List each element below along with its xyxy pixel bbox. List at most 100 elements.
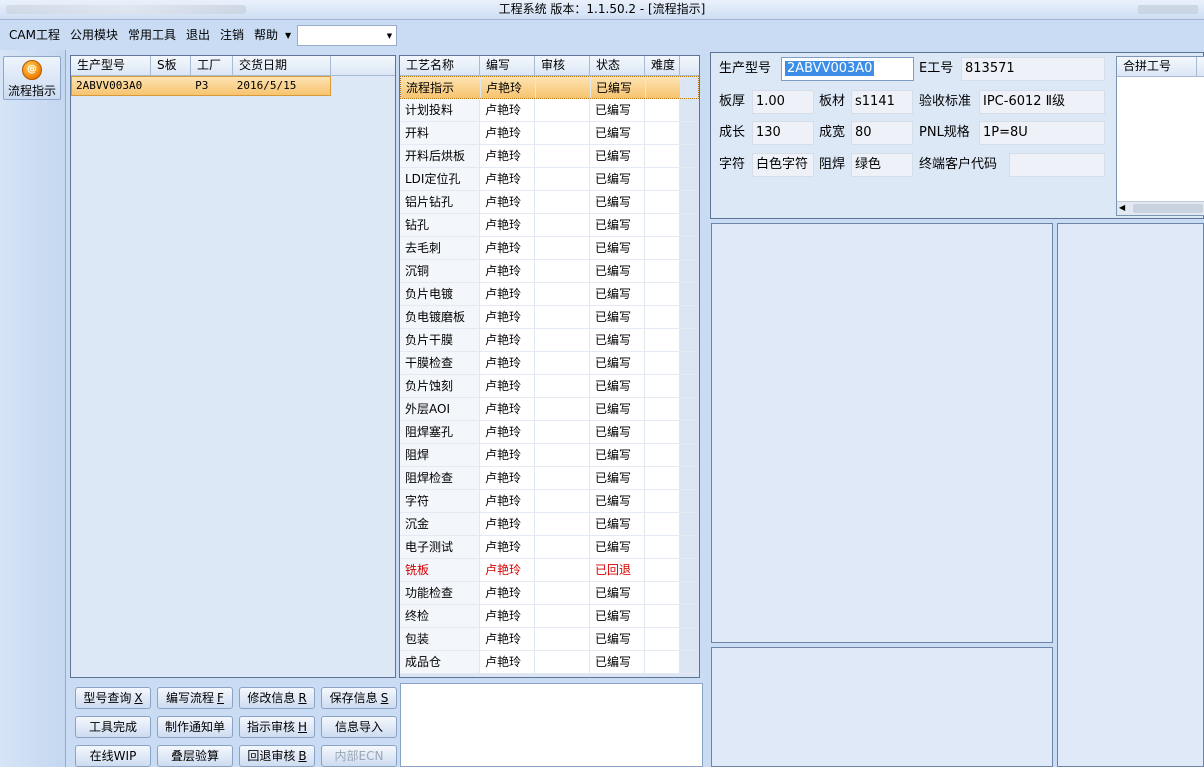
process-table-panel: 工艺名称 编写 审核 状态 难度 流程指示 卢艳玲 已编写 计划投料 卢艳玲 已编写 开料卢…	[399, 55, 700, 678]
mask-field[interactable]: 绿色	[851, 153, 913, 177]
process-status: 已编写	[590, 283, 645, 305]
import-info-button[interactable]: 信息导入	[321, 716, 397, 738]
flow-icon: @	[22, 60, 42, 80]
menu-common-tools[interactable]: 常用工具	[123, 22, 181, 48]
col-merge-no[interactable]: 合拼工号	[1117, 57, 1197, 76]
col-process-name[interactable]: 工艺名称	[400, 56, 480, 75]
process-writer: 卢艳玲	[480, 283, 535, 305]
menu-cam[interactable]: CAM工程	[4, 22, 65, 48]
process-row[interactable]: 功能检查 卢艳玲 已编写	[400, 582, 699, 605]
process-reviewer	[535, 651, 590, 673]
process-row[interactable]: 去毛刺 卢艳玲 已编写	[400, 237, 699, 260]
process-row[interactable]: 终检 卢艳玲 已编写	[400, 605, 699, 628]
window-controls[interactable]	[1138, 5, 1198, 14]
process-row[interactable]: 负片干膜 卢艳玲 已编写	[400, 329, 699, 352]
online-wip-button[interactable]: 在线WIP	[75, 745, 151, 767]
product-row[interactable]: 2ABVV003A0 P3 2016/5/15	[71, 76, 331, 96]
pnl-field[interactable]: 1P=8U	[979, 121, 1105, 145]
col-model[interactable]: 生产型号	[71, 56, 151, 75]
notes-box[interactable]	[400, 683, 703, 767]
return-review-button[interactable]: 回退审核 B	[239, 745, 315, 767]
col-reviewer[interactable]: 审核	[535, 56, 590, 75]
write-flow-button[interactable]: 编写流程 F	[157, 687, 233, 709]
make-notice-button[interactable]: 制作通知单	[157, 716, 233, 738]
process-reviewer	[535, 122, 590, 144]
menu-common-modules[interactable]: 公用模块	[65, 22, 123, 48]
process-reviewer	[536, 77, 591, 98]
tool-done-button[interactable]: 工具完成	[75, 716, 151, 738]
process-row[interactable]: 干膜检查 卢艳玲 已编写	[400, 352, 699, 375]
menu-help[interactable]: 帮助	[249, 22, 283, 48]
process-writer: 卢艳玲	[480, 582, 535, 604]
thickness-field[interactable]: 1.00	[752, 90, 814, 114]
process-row[interactable]: 负片蚀刻 卢艳玲 已编写	[400, 375, 699, 398]
scroll-left-icon[interactable]: ◀	[1119, 203, 1125, 212]
process-name: 沉铜	[400, 260, 480, 282]
process-row[interactable]: 开料 卢艳玲 已编写	[400, 122, 699, 145]
process-row[interactable]: 包装 卢艳玲 已编写	[400, 628, 699, 651]
process-row[interactable]: 铝片钻孔 卢艳玲 已编写	[400, 191, 699, 214]
model-field[interactable]: 2ABVV003A0	[781, 57, 914, 81]
length-field[interactable]: 130	[752, 121, 814, 145]
process-writer: 卢艳玲	[480, 191, 535, 213]
review-instr-button[interactable]: 指示审核 H	[239, 716, 315, 738]
standard-field[interactable]: IPC-6012 Ⅱ级	[979, 90, 1105, 114]
merge-hscroll[interactable]: ◀	[1117, 201, 1204, 215]
e-field[interactable]: 813571	[961, 57, 1105, 81]
process-row[interactable]: 开料后烘板 卢艳玲 已编写	[400, 145, 699, 168]
col-writer[interactable]: 编写	[480, 56, 535, 75]
query-model-button[interactable]: 型号查询 X	[75, 687, 151, 709]
process-name: 电子测试	[400, 536, 480, 558]
flow-button[interactable]: @ 流程指示	[3, 56, 61, 100]
col-factory[interactable]: 工厂	[191, 56, 233, 75]
merge-scroll-thumb[interactable]	[1133, 204, 1203, 213]
product-date: 2016/5/15	[236, 79, 297, 92]
col-status[interactable]: 状态	[590, 56, 645, 75]
internal-ecn-button[interactable]: 内部ECN	[321, 745, 397, 767]
process-row[interactable]: 铣板 卢艳玲 已回退	[400, 559, 699, 582]
menu-logout[interactable]: 注销	[215, 22, 249, 48]
process-status: 已编写	[590, 145, 645, 167]
internal-ecn-label: 内部ECN	[334, 749, 384, 763]
process-row[interactable]: 流程指示 卢艳玲 已编写	[400, 76, 699, 99]
process-row[interactable]: 阻焊 卢艳玲 已编写	[400, 444, 699, 467]
process-row[interactable]: 负电镀磨板 卢艳玲 已编写	[400, 306, 699, 329]
client-field[interactable]	[1009, 153, 1105, 177]
process-row[interactable]: 沉金 卢艳玲 已编写	[400, 513, 699, 536]
client-label: 终端客户代码	[919, 157, 998, 172]
process-row[interactable]: LDI定位孔 卢艳玲 已编写	[400, 168, 699, 191]
process-row[interactable]: 成品仓 卢艳玲 已编写	[400, 651, 699, 674]
menu-exit[interactable]: 退出	[181, 22, 215, 48]
merge-list[interactable]: 合拼工号 ◀	[1116, 56, 1204, 216]
process-row[interactable]: 阻焊塞孔 卢艳玲 已编写	[400, 421, 699, 444]
modify-info-button[interactable]: 修改信息 R	[239, 687, 315, 709]
help-dropdown-icon[interactable]: ▼	[283, 31, 295, 40]
col-difficulty[interactable]: 难度	[645, 56, 680, 75]
process-status: 已编写	[590, 536, 645, 558]
process-difficulty	[645, 582, 680, 604]
process-row[interactable]: 计划投料 卢艳玲 已编写	[400, 99, 699, 122]
process-row[interactable]: 电子测试 卢艳玲 已编写	[400, 536, 699, 559]
process-writer: 卢艳玲	[480, 329, 535, 351]
process-writer: 卢艳玲	[480, 375, 535, 397]
process-row[interactable]: 负片电镀 卢艳玲 已编写	[400, 283, 699, 306]
e-label: E工号	[919, 61, 954, 76]
combo-dropdown-icon[interactable]: ▼	[387, 32, 392, 40]
menu-combo[interactable]: ▼	[297, 24, 398, 46]
process-reviewer	[535, 513, 590, 535]
material-field[interactable]: s1141	[851, 90, 913, 114]
standard-label: 验收标准	[919, 94, 972, 109]
col-sboard[interactable]: S板	[151, 56, 191, 75]
process-difficulty	[645, 237, 680, 259]
process-row[interactable]: 阻焊检查 卢艳玲 已编写	[400, 467, 699, 490]
char-label: 字符	[719, 157, 746, 172]
process-row[interactable]: 字符 卢艳玲 已编写	[400, 490, 699, 513]
process-row[interactable]: 外层AOI 卢艳玲 已编写	[400, 398, 699, 421]
process-row[interactable]: 沉铜 卢艳玲 已编写	[400, 260, 699, 283]
col-date[interactable]: 交货日期	[233, 56, 331, 75]
char-field[interactable]: 白色字符	[752, 153, 814, 177]
save-info-button[interactable]: 保存信息 S	[321, 687, 397, 709]
stack-check-button[interactable]: 叠层验算	[157, 745, 233, 767]
process-row[interactable]: 钻孔 卢艳玲 已编写	[400, 214, 699, 237]
width-field[interactable]: 80	[851, 121, 913, 145]
